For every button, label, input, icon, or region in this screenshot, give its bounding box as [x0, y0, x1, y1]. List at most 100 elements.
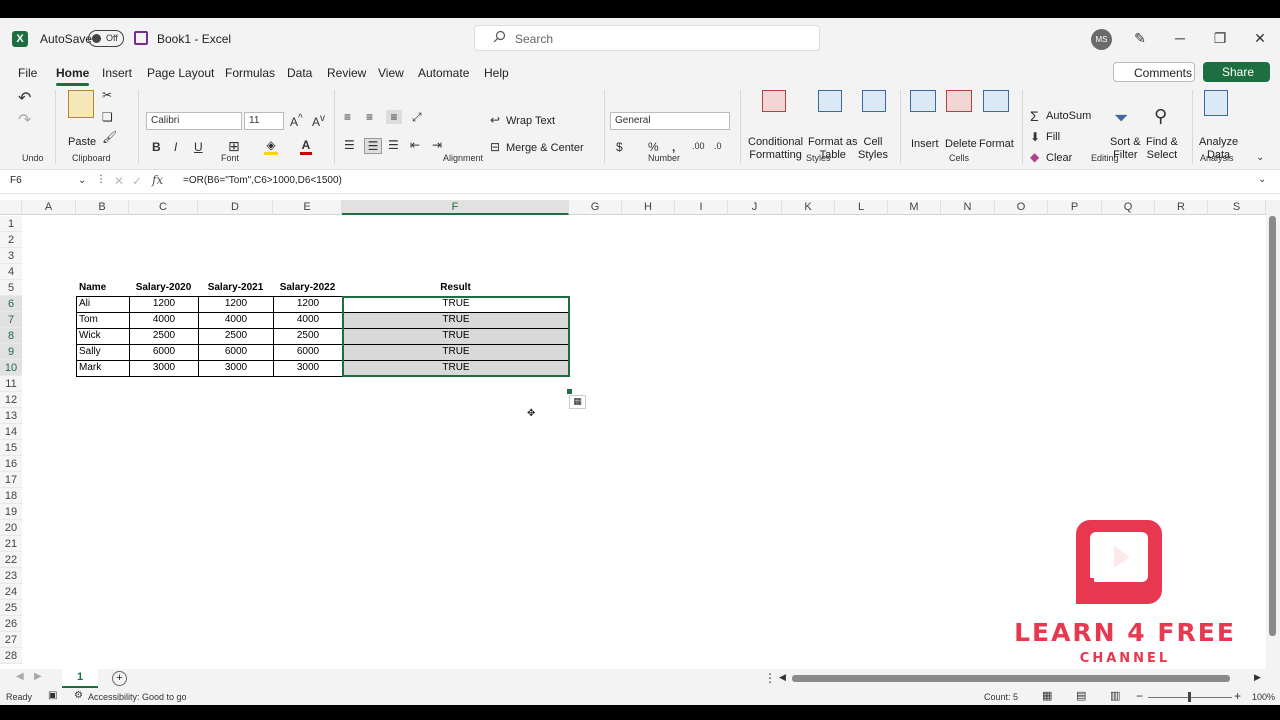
format-cells-button[interactable]: Format	[979, 138, 1014, 151]
table-cell[interactable]: 4000	[273, 312, 343, 329]
more-icon[interactable]: ⋮	[764, 671, 776, 685]
formula-input[interactable]: =OR(B6="Tom",C6>1000,D6<1500)	[183, 175, 342, 186]
save-icon[interactable]	[134, 31, 148, 45]
quick-analysis-icon[interactable]: ▦	[569, 395, 586, 409]
comments-button[interactable]: Comments	[1113, 62, 1195, 82]
table-cell[interactable]: Wick	[76, 328, 130, 345]
share-button[interactable]: Share	[1203, 62, 1270, 82]
table-cell[interactable]: 1200	[198, 296, 274, 313]
expand-formula-icon[interactable]: ⌄	[1258, 174, 1266, 185]
increase-decimal-icon[interactable]: .00	[692, 141, 705, 151]
zoom-out-icon[interactable]: −	[1136, 689, 1143, 703]
align-top-icon[interactable]: ≡	[344, 110, 351, 124]
search-box[interactable]: Search	[474, 25, 820, 51]
select-all-corner[interactable]	[0, 200, 22, 215]
conditional-formatting-icon[interactable]	[762, 90, 786, 112]
orientation-icon[interactable]: ⤢	[412, 110, 422, 125]
minimize-icon[interactable]: ─	[1171, 29, 1189, 47]
row-header-3[interactable]: 3	[0, 248, 22, 264]
tab-automate[interactable]: Automate	[418, 66, 469, 80]
row-header-22[interactable]: 22	[0, 552, 22, 568]
table-cell[interactable]: 4000	[198, 312, 274, 329]
table-cell[interactable]: 6000	[129, 344, 199, 361]
row-header-17[interactable]: 17	[0, 472, 22, 488]
table-cell[interactable]: Mark	[76, 360, 130, 377]
header-cell[interactable]: Salary-2021	[198, 280, 273, 296]
column-header-s[interactable]: S	[1208, 200, 1266, 215]
table-cell[interactable]: 3000	[273, 360, 343, 377]
decrease-indent-icon[interactable]: ⇤	[410, 138, 420, 152]
tab-data[interactable]: Data	[287, 66, 312, 80]
enter-icon[interactable]: ✓	[132, 174, 142, 188]
row-header-27[interactable]: 27	[0, 632, 22, 648]
row-header-2[interactable]: 2	[0, 232, 22, 248]
delete-cells-button[interactable]: Delete	[945, 138, 977, 151]
user-avatar[interactable]: MS	[1091, 29, 1112, 50]
column-header-e[interactable]: E	[273, 200, 342, 215]
accessibility-status[interactable]: Accessibility: Good to go	[88, 692, 187, 702]
row-header-13[interactable]: 13	[0, 408, 22, 424]
currency-icon[interactable]: $	[616, 140, 623, 154]
column-header-g[interactable]: G	[569, 200, 622, 215]
table-cell[interactable]: 2500	[198, 328, 274, 345]
insert-cells-button[interactable]: Insert	[911, 138, 939, 151]
tab-file[interactable]: File	[18, 66, 37, 80]
name-box-dropdown-icon[interactable]: ⌄	[78, 175, 86, 186]
insert-cells-icon[interactable]	[910, 90, 936, 112]
format-cells-icon[interactable]	[983, 90, 1009, 112]
delete-cells-icon[interactable]	[946, 90, 972, 112]
tab-home[interactable]: Home	[56, 66, 90, 86]
row-header-20[interactable]: 20	[0, 520, 22, 536]
align-bottom-icon[interactable]: ≡	[386, 110, 402, 124]
number-format-select[interactable]: General	[610, 112, 730, 130]
analyze-data-icon[interactable]	[1204, 90, 1228, 116]
cell-styles-icon[interactable]	[862, 90, 886, 112]
prev-sheet-icon[interactable]: ◀	[16, 671, 24, 682]
table-cell[interactable]: 6000	[273, 344, 343, 361]
align-middle-icon[interactable]: ≡	[366, 110, 373, 124]
increase-indent-icon[interactable]: ⇥	[432, 138, 442, 152]
header-cell[interactable]: Salary-2020	[129, 280, 198, 296]
percent-icon[interactable]: %	[648, 140, 659, 154]
font-color-icon[interactable]: A	[300, 138, 312, 155]
fill-color-icon[interactable]: ◈	[264, 138, 278, 155]
sheet-tab[interactable]: 1	[62, 669, 98, 688]
row-header-28[interactable]: 28	[0, 648, 22, 664]
normal-view-icon[interactable]: ▦	[1042, 689, 1052, 702]
align-right-icon[interactable]: ☰	[388, 138, 399, 152]
clear-button[interactable]: Clear	[1046, 152, 1072, 165]
table-cell[interactable]: Sally	[76, 344, 130, 361]
column-header-o[interactable]: O	[995, 200, 1048, 215]
column-header-b[interactable]: B	[76, 200, 129, 215]
table-cell[interactable]: 6000	[198, 344, 274, 361]
table-cell[interactable]: 2500	[129, 328, 199, 345]
tab-view[interactable]: View	[378, 66, 404, 80]
row-header-10[interactable]: 10	[0, 360, 22, 376]
collapse-ribbon-icon[interactable]: ⌄	[1256, 152, 1264, 163]
autosum-icon[interactable]: Σ	[1030, 108, 1039, 124]
cell-styles-button[interactable]: Cell Styles	[858, 136, 888, 162]
next-sheet-icon[interactable]: ▶	[34, 671, 42, 682]
column-header-n[interactable]: N	[941, 200, 995, 215]
row-header-9[interactable]: 9	[0, 344, 22, 360]
vertical-scroll-thumb[interactable]	[1269, 216, 1276, 636]
row-header-11[interactable]: 11	[0, 376, 22, 392]
column-header-c[interactable]: C	[129, 200, 198, 215]
wrap-text-icon[interactable]: ↩	[490, 113, 500, 127]
table-cell[interactable]: 3000	[129, 360, 199, 377]
comma-icon[interactable]: ,	[672, 140, 675, 154]
format-painter-icon[interactable]: 🖌	[102, 130, 117, 144]
row-header-7[interactable]: 7	[0, 312, 22, 328]
restore-icon[interactable]: ❐	[1211, 29, 1229, 47]
decrease-decimal-icon[interactable]: .0	[714, 141, 722, 151]
cancel-icon[interactable]: ✕	[114, 174, 124, 188]
font-name-select[interactable]: Calibri	[146, 112, 242, 130]
increase-font-icon[interactable]: A^	[290, 113, 303, 129]
column-header-d[interactable]: D	[198, 200, 273, 215]
zoom-in-icon[interactable]: +	[1234, 689, 1241, 703]
page-layout-view-icon[interactable]: ▤	[1076, 689, 1086, 702]
column-header-k[interactable]: K	[782, 200, 835, 215]
more-icon[interactable]: ⋮	[96, 174, 106, 185]
column-header-m[interactable]: M	[888, 200, 941, 215]
column-header-r[interactable]: R	[1155, 200, 1208, 215]
